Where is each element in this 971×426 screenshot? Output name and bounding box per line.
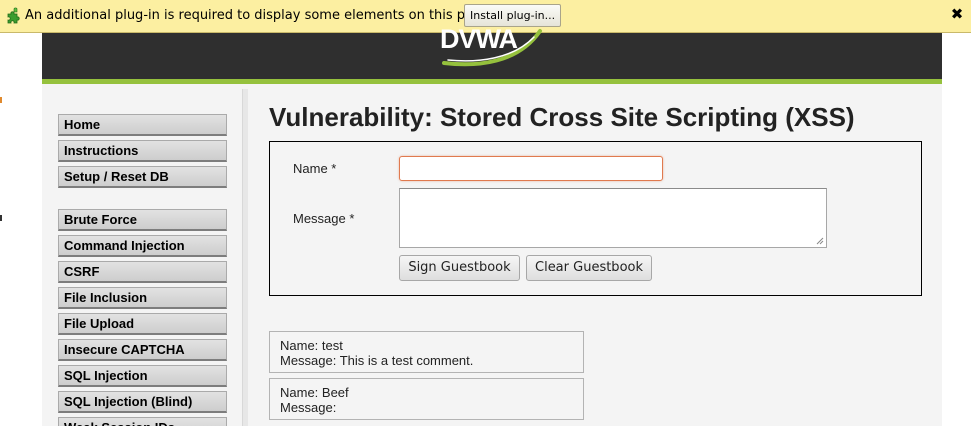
name-label: Name * (293, 161, 337, 176)
message-label: Message * (293, 211, 355, 226)
page-container: DVWA Home Instructions Setup / Reset DB … (42, 27, 942, 426)
name-input[interactable] (399, 156, 663, 181)
menu-item-setup-reset-db[interactable]: Setup / Reset DB (58, 166, 227, 188)
dvwa-logo: DVWA (440, 27, 542, 67)
resize-grip-icon[interactable] (816, 237, 824, 245)
menu-item-weak-session-ids[interactable]: Weak Session IDs (58, 417, 227, 426)
sidebar-menu: Home Instructions Setup / Reset DB Brute… (42, 89, 242, 426)
menu-item-sql-injection[interactable]: SQL Injection (58, 365, 227, 387)
menu-item-sql-injection-blind[interactable]: SQL Injection (Blind) (58, 391, 227, 413)
page-header: DVWA (42, 27, 942, 84)
menu-item-command-injection[interactable]: Command Injection (58, 235, 227, 257)
guestbook-entry: Name: Beef Message: (269, 378, 584, 420)
install-plugin-button[interactable]: Install plug-in... (464, 4, 562, 27)
entry-name: Name: Beef (280, 385, 349, 400)
plugin-message: An additional plug-in is required to dis… (25, 8, 494, 23)
menu-item-file-inclusion[interactable]: File Inclusion (58, 287, 227, 309)
guestbook-entry: Name: test Message: This is a test comme… (269, 331, 584, 373)
clear-guestbook-button[interactable]: Clear Guestbook (526, 255, 652, 281)
menu-item-insecure-captcha[interactable]: Insecure CAPTCHA (58, 339, 227, 361)
page-title: Vulnerability: Stored Cross Site Scripti… (269, 102, 855, 132)
menu-item-csrf[interactable]: CSRF (58, 261, 227, 283)
entry-name: Name: test (280, 338, 343, 353)
menu-item-brute-force[interactable]: Brute Force (58, 209, 227, 231)
svg-text:DVWA: DVWA (440, 27, 518, 54)
menu-item-file-upload[interactable]: File Upload (58, 313, 227, 335)
entry-message: Message: This is a test comment. (280, 353, 474, 368)
sign-guestbook-button[interactable]: Sign Guestbook (399, 255, 520, 281)
menu-item-instructions[interactable]: Instructions (58, 140, 227, 162)
message-textarea[interactable] (399, 188, 827, 248)
main-body: Vulnerability: Stored Cross Site Scripti… (248, 89, 942, 426)
window-edge-mark (0, 97, 2, 103)
puzzle-piece-icon (7, 7, 20, 24)
close-icon[interactable]: ✖ (948, 4, 966, 24)
window-edge-mark (0, 215, 2, 221)
guestbook-form: Name * Message * Sign Guestbook Clear Gu… (269, 141, 922, 296)
menu-item-home[interactable]: Home (58, 114, 227, 136)
entry-message: Message: (280, 400, 337, 415)
